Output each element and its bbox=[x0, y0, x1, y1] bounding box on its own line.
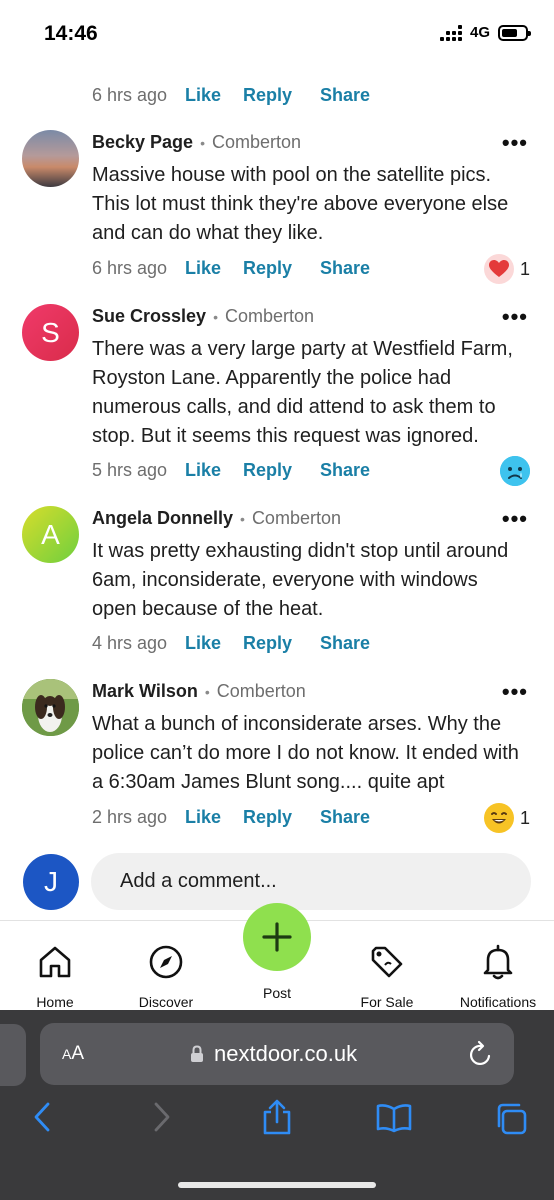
home-icon bbox=[39, 946, 71, 978]
compass-icon bbox=[149, 945, 183, 979]
reply-button[interactable]: Reply bbox=[243, 258, 320, 279]
reaction-summary[interactable]: 1 bbox=[483, 803, 530, 833]
nav-post-label: Post bbox=[262, 985, 291, 1001]
reply-button[interactable]: Reply bbox=[243, 460, 320, 481]
comment-time: 6 hrs ago bbox=[92, 85, 168, 105]
reaction-summary[interactable]: 1 bbox=[483, 254, 530, 284]
grin-face-icon bbox=[483, 803, 514, 833]
nav-home[interactable]: Home bbox=[5, 943, 105, 1010]
nav-home-label: Home bbox=[36, 994, 74, 1010]
author-name[interactable]: Angela Donnelly bbox=[92, 508, 233, 529]
share-button[interactable]: Share bbox=[320, 85, 370, 106]
avatar[interactable] bbox=[22, 679, 79, 736]
nav-discover[interactable]: Discover bbox=[116, 943, 216, 1010]
add-comment-input[interactable]: Add a comment... bbox=[91, 853, 531, 910]
nav-notifications[interactable]: Notifications bbox=[448, 943, 548, 1010]
avatar[interactable] bbox=[22, 130, 79, 187]
separator-dot: • bbox=[200, 134, 205, 151]
comment-text: Massive house with pool on the satellite… bbox=[92, 164, 509, 244]
author-location: Comberton bbox=[251, 508, 341, 528]
browser-chrome: AA nextdoor.co.uk bbox=[0, 1010, 554, 1200]
forward-icon[interactable] bbox=[150, 1100, 174, 1134]
like-button[interactable]: Like bbox=[185, 258, 243, 279]
reaction-count: 1 bbox=[519, 807, 530, 828]
comment-meta: 6 hrs ago Like Reply Share bbox=[92, 258, 370, 279]
reaction-summary[interactable] bbox=[500, 456, 530, 486]
comment-time: 4 hrs ago bbox=[92, 633, 168, 653]
post-button[interactable] bbox=[243, 903, 311, 971]
nav-for-sale[interactable]: For Sale bbox=[337, 943, 437, 1010]
back-icon[interactable] bbox=[30, 1100, 54, 1134]
like-button[interactable]: Like bbox=[185, 807, 243, 828]
author-line: Becky Page • Comberton bbox=[92, 132, 301, 153]
separator-dot: • bbox=[213, 308, 218, 325]
nav-discover-label: Discover bbox=[138, 994, 194, 1010]
avatar[interactable]: S bbox=[22, 304, 79, 361]
author-line: Mark Wilson • Comberton bbox=[92, 681, 306, 702]
share-icon[interactable] bbox=[260, 1098, 294, 1136]
author-name[interactable]: Sue Crossley bbox=[92, 306, 206, 327]
reply-button[interactable]: Reply bbox=[243, 807, 320, 828]
author-location: Comberton bbox=[224, 306, 315, 326]
comment-time: 5 hrs ago bbox=[92, 460, 168, 480]
tag-icon bbox=[371, 946, 403, 978]
like-button[interactable]: Like bbox=[185, 460, 243, 481]
separator-dot: • bbox=[240, 510, 245, 527]
url-display[interactable]: nextdoor.co.uk bbox=[190, 1041, 357, 1067]
reply-button[interactable]: Reply bbox=[243, 85, 320, 106]
author-name[interactable]: Mark Wilson bbox=[92, 681, 198, 702]
share-button[interactable]: Share bbox=[320, 460, 370, 481]
more-options-button[interactable]: ••• bbox=[502, 679, 528, 705]
comment-time: 2 hrs ago bbox=[92, 807, 168, 827]
url-text: nextdoor.co.uk bbox=[214, 1041, 358, 1066]
status-time: 14:46 bbox=[44, 22, 98, 45]
author-line: Angela Donnelly • Comberton bbox=[92, 508, 341, 529]
comment-text: What a bunch of inconsiderate arses. Why… bbox=[92, 713, 519, 793]
separator-dot: • bbox=[204, 683, 210, 700]
comment-text: It was pretty exhausting didn't stop unt… bbox=[92, 540, 509, 620]
author-location: Comberton bbox=[211, 132, 302, 152]
author-line: Sue Crossley • Comberton bbox=[92, 306, 314, 327]
status-bar: 14:46 4G bbox=[0, 0, 554, 70]
more-options-button[interactable]: ••• bbox=[502, 506, 528, 532]
home-indicator[interactable] bbox=[178, 1182, 376, 1188]
avatar[interactable]: A bbox=[22, 506, 79, 563]
nav-notifications-label: Notifications bbox=[459, 994, 537, 1010]
lock-icon bbox=[191, 1045, 203, 1062]
comment-meta: 2 hrs ago Like Reply Share bbox=[92, 807, 370, 828]
share-button[interactable]: Share bbox=[320, 633, 370, 654]
reload-icon[interactable] bbox=[468, 1040, 494, 1068]
previous-comment-meta: 6 hrs ago Like Reply Share bbox=[92, 85, 370, 106]
like-button[interactable]: Like bbox=[185, 633, 243, 654]
more-options-button[interactable]: ••• bbox=[502, 304, 528, 330]
bell-icon bbox=[483, 944, 513, 980]
tabs-icon[interactable] bbox=[494, 1102, 528, 1136]
status-indicators: 4G bbox=[439, 24, 531, 41]
bookmarks-icon[interactable] bbox=[375, 1103, 413, 1133]
comment-text: There was a very large party at Westfiel… bbox=[92, 338, 513, 447]
text-size-button[interactable]: AA bbox=[62, 1043, 84, 1065]
comment-meta: 4 hrs ago Like Reply Share bbox=[92, 633, 370, 654]
share-button[interactable]: Share bbox=[320, 258, 370, 279]
author-name[interactable]: Becky Page bbox=[92, 132, 193, 153]
current-user-avatar: J bbox=[23, 854, 79, 910]
comment-time: 6 hrs ago bbox=[92, 258, 168, 278]
address-bar[interactable]: AA nextdoor.co.uk bbox=[40, 1023, 514, 1085]
plus-icon bbox=[262, 922, 292, 952]
previous-tab[interactable] bbox=[0, 1024, 26, 1086]
comment-meta: 5 hrs ago Like Reply Share bbox=[92, 460, 370, 481]
sad-face-icon bbox=[500, 456, 530, 486]
author-location: Comberton bbox=[216, 681, 306, 701]
network-type: 4G bbox=[469, 24, 490, 41]
more-options-button[interactable]: ••• bbox=[502, 130, 528, 156]
like-button[interactable]: Like bbox=[185, 85, 243, 106]
signal-icon bbox=[439, 24, 462, 41]
bottom-navigation: Home Discover Post For Sale Notification… bbox=[0, 903, 554, 1010]
reaction-count: 1 bbox=[519, 258, 530, 279]
share-button[interactable]: Share bbox=[320, 807, 370, 828]
battery-icon bbox=[498, 24, 531, 41]
heart-icon bbox=[483, 254, 514, 284]
nav-for-sale-label: For Sale bbox=[360, 994, 414, 1010]
reply-button[interactable]: Reply bbox=[243, 633, 320, 654]
